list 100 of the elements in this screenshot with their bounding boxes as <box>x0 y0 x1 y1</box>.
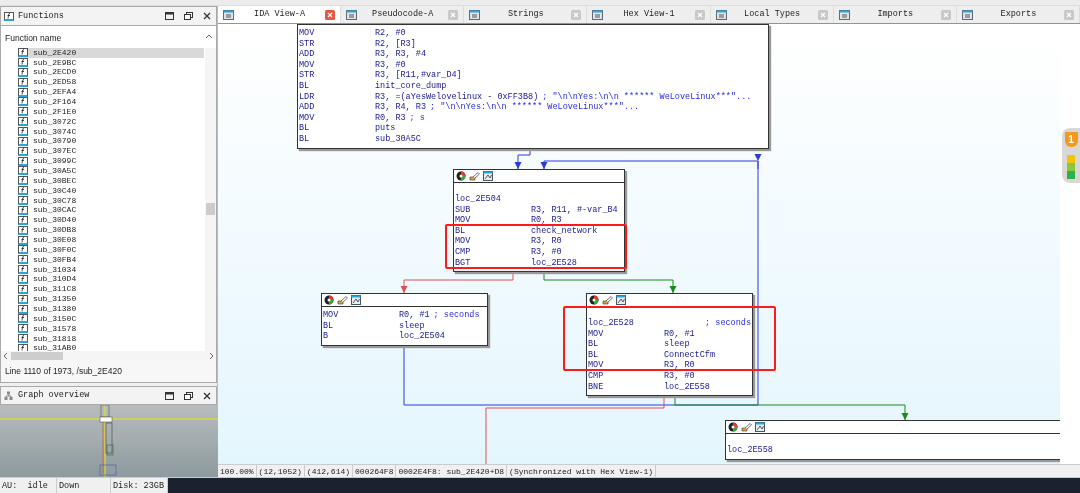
function-item[interactable]: sub_2EFA4 <box>18 87 204 98</box>
function-item[interactable]: sub_3150C <box>18 313 204 324</box>
function-item[interactable]: sub_3074C <box>18 126 204 137</box>
function-icon <box>18 265 28 275</box>
function-item[interactable]: sub_30DB8 <box>18 225 204 236</box>
mnemonic: MOV <box>299 112 316 124</box>
mnemonic: BL <box>455 225 467 237</box>
comment: ; "\n\nYes:\n\n ****** WeLoveLinux***"... <box>542 91 752 102</box>
operand: R3, R0 <box>664 360 695 371</box>
function-item[interactable]: sub_30FB4 <box>18 254 204 265</box>
function-item[interactable]: sub_30E08 <box>18 235 204 245</box>
scroll-left-icon[interactable] <box>3 353 8 359</box>
operand: R0, #1 <box>664 328 695 339</box>
column-header[interactable]: Function name <box>1 26 204 48</box>
code-block[interactable] <box>297 24 769 149</box>
function-item[interactable]: sub_3099C <box>18 156 204 167</box>
mnemonic: STR <box>299 38 316 50</box>
function-item[interactable]: sub_3072C <box>18 116 204 127</box>
color-wheel-icon[interactable] <box>324 295 334 305</box>
function-item[interactable]: sub_31818 <box>18 333 204 344</box>
function-item[interactable]: sub_31578 <box>18 323 204 334</box>
graph-canvas[interactable] <box>218 24 1060 464</box>
view-icon <box>592 9 604 20</box>
mnemonic: MOV <box>299 59 316 71</box>
color-wheel-icon[interactable] <box>728 422 738 432</box>
pencil-icon[interactable] <box>469 171 480 181</box>
function-item[interactable]: sub_2F1E0 <box>18 106 204 117</box>
operand: R0, #1 <box>399 310 430 321</box>
function-item[interactable]: sub_30790 <box>18 136 204 147</box>
code-block[interactable]: loc_2E504 SUB R3, R11, #-var_B4 MOV R0, R3 BL check_network MOV R3, R0 CMP R3, #0 BGT loc_2E528 <box>453 169 625 273</box>
function-icon <box>18 294 28 304</box>
function-item[interactable]: sub_2ED58 <box>18 77 204 88</box>
pencil-icon[interactable] <box>337 295 348 305</box>
tab[interactable]: IDA View-A <box>218 6 342 23</box>
function-item[interactable]: sub_307EC <box>18 146 204 157</box>
function-item[interactable]: sub_30C40 <box>18 185 204 196</box>
float-icon[interactable] <box>184 12 193 20</box>
view-icon <box>715 9 727 20</box>
function-icon <box>18 48 28 58</box>
graph-icon[interactable] <box>616 295 626 305</box>
code-block[interactable]: MOV R0, #1 ; seconds BL sleep B loc_2E504 <box>321 293 488 346</box>
function-item[interactable]: sub_30C78 <box>18 195 204 206</box>
color-wheel-icon[interactable] <box>456 171 466 181</box>
function-icon <box>18 324 28 334</box>
close-icon[interactable] <box>203 12 211 20</box>
scroll-right-icon[interactable] <box>209 353 214 359</box>
function-icon <box>18 235 28 245</box>
graph-icon[interactable] <box>483 171 493 181</box>
function-item[interactable]: sub_30F0C <box>18 244 204 255</box>
graph-icon[interactable] <box>755 422 765 432</box>
horizontal-scrollbar[interactable] <box>1 351 216 361</box>
function-item[interactable]: sub_30D40 <box>18 215 204 226</box>
function-item[interactable]: sub_2E9BC <box>18 57 204 68</box>
function-item[interactable]: sub_31AB0 <box>18 343 204 351</box>
mnemonic: MOV <box>455 215 472 226</box>
shield-badge: 1 <box>1064 132 1078 147</box>
code-label: loc_2E558 <box>727 445 773 456</box>
mnemonic: MOV <box>455 236 472 247</box>
function-item[interactable]: sub_2ECD0 <box>18 67 204 78</box>
float-icon[interactable] <box>184 391 193 400</box>
function-icon <box>18 87 28 97</box>
overview-icon <box>4 390 13 401</box>
function-icon <box>18 127 28 137</box>
graph-icon[interactable] <box>351 295 361 305</box>
function-item[interactable]: sub_311C8 <box>18 284 204 295</box>
gauge-icon <box>1067 155 1075 179</box>
mnemonic: MOV <box>588 328 605 340</box>
maximize-icon[interactable] <box>165 391 174 400</box>
maximize-icon[interactable] <box>165 12 174 20</box>
mnemonic: MOV <box>588 360 605 371</box>
comment: ; "\n\nYes:\n\n ****** WeLoveLinux***"... <box>430 102 640 113</box>
function-icon <box>18 77 28 87</box>
function-icon <box>18 186 28 196</box>
function-item[interactable]: sub_30A5C <box>18 166 204 176</box>
function-item[interactable]: sub_2E420 <box>18 47 204 58</box>
function-icon <box>18 166 28 176</box>
close-icon[interactable] <box>203 391 211 400</box>
mnemonic: BL <box>588 339 600 350</box>
function-icon <box>4 11 14 21</box>
function-item[interactable]: sub_31034 <box>18 264 204 275</box>
code-label: loc_2E528 <box>588 318 634 329</box>
function-item[interactable]: sub_30BEC <box>18 175 204 186</box>
color-wheel-icon[interactable] <box>589 295 599 305</box>
pencil-icon[interactable] <box>602 295 613 305</box>
function-icon <box>18 156 28 166</box>
vertical-scrollbar[interactable] <box>205 47 216 351</box>
view-icon <box>223 9 234 20</box>
operand: sub_30A5C <box>375 133 421 145</box>
operand: R3, R4, R3 <box>375 102 426 113</box>
code-block[interactable]: loc_2E558 <box>725 420 1060 460</box>
pencil-icon[interactable] <box>741 422 752 432</box>
function-item[interactable]: sub_31380 <box>18 304 204 314</box>
function-item[interactable]: sub_31350 <box>18 294 204 305</box>
function-item[interactable]: sub_2F164 <box>18 97 204 107</box>
mnemonic: BGT <box>455 257 472 269</box>
function-item[interactable]: sub_30CAC <box>18 205 204 216</box>
status-cell: AU: idle <box>0 478 57 493</box>
function-item[interactable]: sub_310D4 <box>18 274 204 285</box>
code-block[interactable]: loc_2E528 ; seconds MOV R0, #1 BL sleep BL ConnectCfm MOV R3, R0 CMP R3, #0 BNE loc_2E558 <box>586 293 753 397</box>
operand: sleep <box>399 320 425 331</box>
